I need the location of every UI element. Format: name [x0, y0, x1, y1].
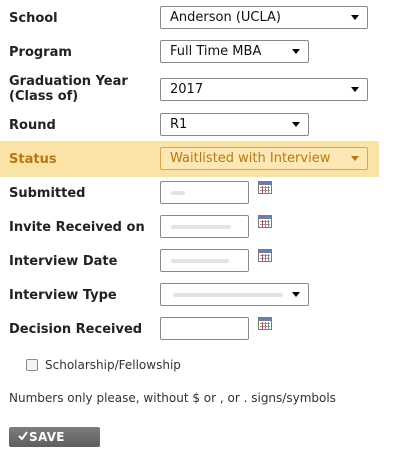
redacted-text: [171, 259, 229, 263]
chevron-down-icon: [292, 122, 300, 127]
round-value: R1: [170, 117, 188, 132]
calendar-icon[interactable]: [258, 181, 272, 194]
round-label: Round: [9, 118, 56, 133]
save-button[interactable]: SAVE: [9, 427, 100, 447]
interview-date-label: Interview Date: [9, 254, 118, 269]
scholarship-label: Scholarship/Fellowship: [45, 358, 181, 372]
redacted-text: [171, 191, 185, 195]
chevron-down-icon: [351, 156, 359, 161]
calendar-icon[interactable]: [258, 249, 272, 262]
school-select[interactable]: Anderson (UCLA): [160, 6, 368, 29]
status-label: Status: [9, 152, 57, 167]
redacted-text: [171, 225, 231, 229]
submitted-label: Submitted: [9, 186, 86, 201]
school-value: Anderson (UCLA): [170, 10, 281, 25]
chevron-down-icon: [292, 49, 300, 54]
program-value: Full Time MBA: [170, 44, 262, 59]
interview-date-input[interactable]: [160, 249, 249, 272]
interview-type-label: Interview Type: [9, 288, 117, 303]
interview-type-select[interactable]: [160, 283, 309, 306]
school-label: School: [9, 11, 58, 26]
graduation-year-select[interactable]: 2017: [160, 78, 368, 101]
chevron-down-icon: [351, 15, 359, 20]
program-label: Program: [9, 45, 72, 60]
invite-received-date-input[interactable]: [160, 215, 249, 238]
program-select[interactable]: Full Time MBA: [160, 40, 309, 63]
redacted-text: [173, 293, 283, 297]
round-select[interactable]: R1: [160, 113, 309, 136]
submitted-date-input[interactable]: [160, 181, 249, 204]
chevron-down-icon: [351, 87, 359, 92]
checkmark-icon: [18, 431, 28, 441]
decision-received-label: Decision Received: [9, 322, 143, 337]
scholarship-checkbox[interactable]: [26, 359, 38, 371]
calendar-icon[interactable]: [258, 215, 272, 228]
status-select[interactable]: Waitlisted with Interview: [160, 147, 368, 170]
save-label: SAVE: [29, 430, 65, 444]
chevron-down-icon: [292, 292, 300, 297]
invite-received-label: Invite Received on: [9, 220, 145, 235]
status-value: Waitlisted with Interview: [170, 151, 331, 166]
graduation-year-value: 2017: [170, 82, 204, 97]
numbers-note: Numbers only please, without $ or , or .…: [9, 391, 336, 405]
decision-received-date-input[interactable]: [160, 317, 249, 340]
calendar-icon[interactable]: [258, 317, 272, 330]
graduation-year-label: Graduation Year (Class of): [9, 74, 128, 104]
